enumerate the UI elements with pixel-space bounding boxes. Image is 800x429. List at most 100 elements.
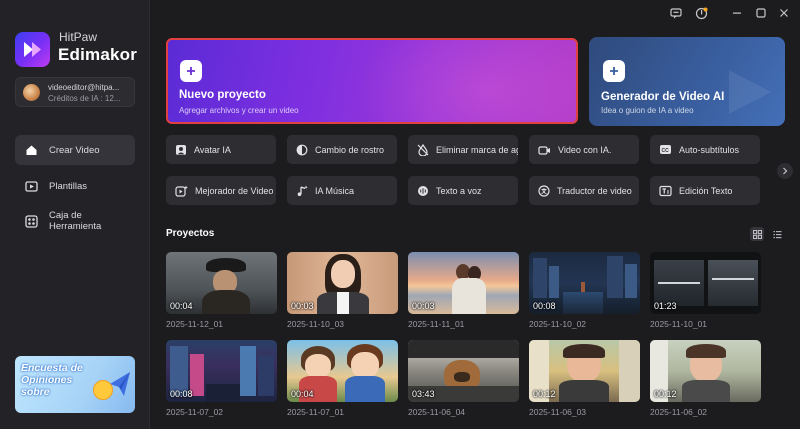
project-duration: 03:43 [412, 389, 435, 399]
project-name: 2025-11-11_01 [408, 319, 465, 329]
list-view-button[interactable] [770, 227, 784, 241]
project-card[interactable]: 03:43 2025-11-06_04 [408, 340, 520, 417]
maximize-icon[interactable] [753, 5, 769, 21]
list-view-icon [773, 230, 781, 238]
chevron-right-icon [783, 167, 788, 175]
project-thumbnail: 01:23 [650, 252, 761, 314]
tool-label: Auto-subtítulos [679, 144, 740, 155]
project-duration: 01:23 [654, 301, 677, 311]
project-name: 2025-11-07_01 [287, 407, 345, 417]
project-thumbnail: 00:12 [650, 340, 761, 402]
project-name: 2025-11-10_01 [650, 319, 708, 329]
notification-icon[interactable] [693, 5, 709, 21]
grid-view-icon [752, 229, 762, 239]
text-edit-icon [659, 185, 672, 196]
app-window: HitPaw Edimakor videoeditor@hitpa... Cré… [0, 0, 800, 429]
ai-generator-subtitle: Idea o guion de IA a video [601, 106, 694, 115]
project-card[interactable]: 00:04 2025-11-07_01 [287, 340, 399, 417]
account-card[interactable]: videoeditor@hitpa... Créditos de IA : 12… [15, 77, 135, 107]
project-thumbnail: 00:08 [529, 252, 640, 314]
grid-view-button[interactable] [750, 227, 764, 241]
sidebar: HitPaw Edimakor videoeditor@hitpa... Cré… [0, 0, 150, 429]
face-swap-icon [296, 144, 308, 155]
project-thumbnail: 00:04 [287, 340, 398, 402]
plus-icon [603, 60, 625, 82]
project-name: 2025-11-06_03 [529, 407, 587, 417]
ai-video-generator-card[interactable]: Generador de Video AI Idea o guion de IA… [589, 37, 785, 126]
project-card[interactable]: 00:12 2025-11-06_03 [529, 340, 641, 417]
survey-banner[interactable]: Encuesta de Opiniones sobre [15, 356, 135, 413]
watermark-remove-icon [417, 143, 429, 156]
project-name: 2025-11-10_02 [529, 319, 587, 329]
ai-credits: Créditos de IA : 12... [48, 94, 121, 103]
avatar-icon [176, 144, 186, 155]
music-icon [297, 185, 308, 196]
new-project-card[interactable]: Nuevo proyecto Agregar archivos y crear … [166, 38, 578, 124]
tool-label: Texto a voz [436, 185, 482, 196]
brand-top: HitPaw [59, 30, 98, 44]
tool-remove-watermark[interactable]: Eliminar marca de agua [408, 135, 518, 164]
subtitles-icon: CC [660, 145, 671, 154]
tool-video-enhancer[interactable]: Mejorador de Video [166, 176, 276, 205]
tool-label: Video con IA. [558, 144, 612, 155]
sidebar-item-label: Caja de Herramienta [49, 210, 102, 232]
tool-label: Eliminar marca de agua [436, 144, 518, 155]
paper-plane-icon [110, 372, 130, 396]
project-name: 2025-11-12_01 [166, 319, 224, 329]
tool-text-to-speech[interactable]: Texto a voz [408, 176, 518, 205]
project-thumbnail: 00:03 [287, 252, 398, 314]
project-name: 2025-11-07_02 [166, 407, 224, 417]
tool-avatar-ia[interactable]: Avatar IA [166, 135, 276, 164]
account-email: videoeditor@hitpa... [48, 83, 120, 92]
sidebar-item-create-video[interactable]: Crear Video [15, 135, 135, 165]
project-name: 2025-11-10_03 [287, 319, 345, 329]
sidebar-item-templates[interactable]: Plantillas [15, 171, 135, 201]
tool-auto-subtitles[interactable]: CC Auto-subtítulos [650, 135, 760, 164]
project-card[interactable]: 00:08 2025-11-10_02 [529, 252, 641, 329]
project-duration: 00:08 [170, 389, 193, 399]
project-duration: 00:08 [533, 301, 556, 311]
ai-generator-title: Generador de Video AI [601, 91, 725, 103]
project-duration: 00:12 [654, 389, 677, 399]
tool-text-edit[interactable]: Edición Texto [650, 176, 760, 205]
project-thumbnail: 00:03 [408, 252, 519, 314]
minimize-icon[interactable] [729, 5, 745, 21]
close-icon[interactable] [776, 5, 792, 21]
tool-label: Mejorador de Video [195, 185, 274, 196]
tool-label: IA Música [315, 185, 355, 196]
project-card[interactable]: 00:12 2025-11-06_02 [650, 340, 762, 417]
project-card[interactable]: 00:03 2025-11-10_03 [287, 252, 399, 329]
sidebar-item-toolbox[interactable]: Caja de Herramienta [15, 206, 135, 236]
app-logo [15, 32, 50, 67]
tool-video-translator[interactable]: Traductor de video [529, 176, 639, 205]
avatar [23, 84, 40, 101]
project-duration: 00:03 [412, 301, 435, 311]
sidebar-item-label: Crear Video [49, 144, 100, 156]
new-project-title: Nuevo proyecto [179, 89, 266, 101]
project-duration: 00:12 [533, 389, 556, 399]
tool-ai-music[interactable]: IA Música [287, 176, 397, 205]
tool-label: Avatar IA [194, 144, 231, 155]
project-card[interactable]: 00:08 2025-11-07_02 [166, 340, 278, 417]
project-thumbnail: 03:43 [408, 340, 519, 402]
project-thumbnail: 00:12 [529, 340, 640, 402]
toolbox-icon [25, 214, 38, 228]
tool-face-swap[interactable]: Cambio de rostro [287, 135, 397, 164]
tool-ai-video[interactable]: Video con IA. [529, 135, 639, 164]
feedback-icon[interactable] [668, 5, 684, 21]
svg-text:CC: CC [662, 148, 670, 154]
sidebar-item-label: Plantillas [49, 180, 88, 192]
play-watermark-icon [729, 70, 771, 114]
project-card[interactable]: 00:03 2025-11-11_01 [408, 252, 520, 329]
tools-scroll-right-button[interactable] [777, 163, 793, 179]
project-card[interactable]: 01:23 2025-11-10_01 [650, 252, 762, 329]
project-name: 2025-11-06_04 [408, 407, 466, 417]
plus-icon [180, 60, 202, 82]
project-duration: 00:04 [291, 389, 314, 399]
translate-icon [538, 184, 550, 197]
tool-label: Edición Texto [679, 185, 733, 196]
brand-name: Edimakor [58, 45, 138, 64]
project-card[interactable]: 00:04 2025-11-12_01 [166, 252, 278, 329]
projects-title: Proyectos [166, 228, 215, 239]
new-project-subtitle: Agregar archivos y crear un video [179, 106, 299, 115]
